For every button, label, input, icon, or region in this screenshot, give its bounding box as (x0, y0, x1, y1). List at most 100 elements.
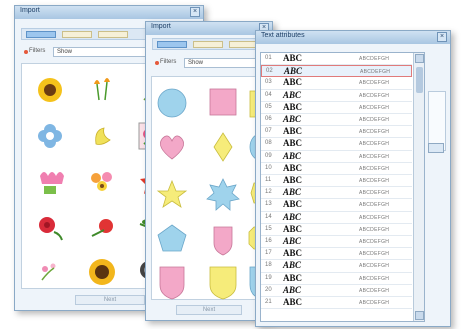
font-row[interactable]: 19 ABC ABCDEFGH (261, 273, 412, 285)
filter-label: Filters (160, 59, 177, 65)
font-number: 13 (265, 201, 272, 208)
font-row[interactable]: 02 ABC ABCDEFGH (261, 65, 412, 78)
font-row[interactable]: 10 ABC ABCDEFGH (261, 163, 412, 175)
shield-shape-icon[interactable] (209, 266, 237, 300)
red-rose-icon[interactable] (39, 217, 63, 241)
close-icon[interactable]: × (190, 7, 200, 17)
pentagon-shape-icon[interactable] (157, 224, 187, 252)
circle-shape-icon[interactable] (157, 88, 187, 118)
font-number: 10 (265, 164, 272, 171)
font-sample: ABC (283, 211, 302, 222)
tab-motifs[interactable] (157, 41, 187, 48)
filter-label: Filters (29, 48, 46, 54)
title-bar: Import × (146, 22, 272, 35)
window-title: Import (151, 23, 171, 30)
font-number: 06 (265, 116, 272, 122)
font-preview: ABCDEFGH (359, 178, 390, 184)
font-sample: ABC (283, 101, 303, 112)
square-shape-icon[interactable] (209, 88, 237, 116)
tab-frames[interactable] (98, 31, 128, 38)
red-poppy-icon[interactable] (91, 219, 113, 237)
font-row[interactable]: 03 ABC ABCDEFGH (261, 77, 412, 90)
font-row[interactable]: 11 ABC ABCDEFGH (261, 175, 412, 188)
font-preview: ABCDEFGH (359, 251, 390, 258)
side-panel (428, 91, 446, 151)
font-number: 08 (265, 140, 272, 147)
font-number: 07 (265, 128, 272, 135)
font-sample: ABC (283, 114, 302, 124)
scroll-thumb[interactable] (416, 67, 423, 93)
font-sample: ABC (283, 77, 303, 88)
font-row[interactable]: 14 ABC ABCDEFGH (261, 212, 412, 224)
font-sample: ABC (283, 150, 302, 161)
sunflower-large-icon[interactable] (89, 259, 115, 285)
font-number: 18 (265, 262, 272, 269)
star-shape-icon[interactable] (156, 179, 188, 208)
font-row[interactable]: 21 ABC ABCDEFGH (261, 297, 412, 310)
font-row[interactable]: 09 ABC ABCDEFGH (261, 151, 412, 163)
font-number: 01 (265, 55, 272, 61)
scroll-down-icon[interactable] (415, 311, 424, 320)
font-number: 17 (265, 250, 272, 257)
font-sample: ABC (283, 138, 303, 149)
tab-shapes[interactable] (62, 31, 92, 38)
shield-shape-icon[interactable] (159, 266, 185, 300)
font-row[interactable]: 16 ABC ABCDEFGH (261, 236, 412, 249)
side-button[interactable] (428, 143, 444, 153)
font-row[interactable]: 04 ABC ABCDEFGH (261, 90, 412, 102)
diamond-shape-icon[interactable] (213, 132, 233, 162)
font-preview: ABCDEFGH (359, 129, 390, 136)
pink-spray-icon[interactable] (41, 263, 56, 281)
daisy-cluster-icon[interactable] (91, 172, 112, 191)
font-row[interactable]: 08 ABC ABCDEFGH (261, 138, 412, 151)
tab-strip (152, 38, 266, 50)
window-title: Text attributes (261, 32, 305, 39)
font-preview: ABCDEFGH (359, 92, 390, 99)
sunflower-icon[interactable] (38, 78, 62, 102)
font-number: 11 (265, 177, 272, 183)
font-preview: ABCDEFGH (359, 239, 390, 245)
font-preview: ABCDEFGH (360, 69, 391, 76)
font-sample: ABC (283, 162, 303, 173)
burst-shape-icon[interactable] (206, 178, 240, 211)
font-preview: ABCDEFGH (359, 56, 390, 62)
shape-grid-art (156, 88, 271, 300)
font-row[interactable]: 06 ABC ABCDEFGH (261, 114, 412, 127)
footer-next-button[interactable]: Next (176, 305, 242, 315)
font-preview: ABCDEFGH (359, 263, 390, 270)
font-row[interactable]: 12 ABC ABCDEFGH (261, 187, 412, 200)
font-number: 19 (265, 274, 272, 281)
yellow-lily-icon[interactable] (95, 127, 111, 145)
text-attributes-window: Text attributes × 01 ABC ABCDEFGH 02 ABC ABCD… (255, 30, 451, 327)
font-number: 09 (265, 152, 272, 159)
shield-shape-icon[interactable] (213, 226, 233, 256)
font-number: 15 (265, 225, 272, 232)
heart-shape-icon[interactable] (159, 135, 185, 160)
font-preview: ABCDEFGH (359, 202, 390, 209)
close-icon[interactable]: × (437, 32, 447, 42)
font-preview: ABCDEFGH (359, 104, 390, 111)
font-row[interactable]: 13 ABC ABCDEFGH (261, 199, 412, 212)
font-row[interactable]: 05 ABC ABCDEFGH (261, 102, 412, 114)
font-row[interactable]: 17 ABC ABCDEFGH (261, 248, 412, 261)
font-number: 12 (265, 189, 272, 196)
font-preview: ABCDEFGH (359, 190, 390, 197)
font-number: 16 (265, 238, 272, 244)
font-row[interactable]: 01 ABC ABCDEFGH (261, 53, 412, 66)
tulip-pair-icon[interactable] (94, 78, 110, 101)
font-preview: ABCDEFGH (359, 165, 390, 172)
font-number: 03 (265, 79, 272, 86)
footer-next-button[interactable]: Next (75, 295, 145, 305)
font-row[interactable]: 15 ABC ABCDEFGH (261, 224, 412, 236)
font-row[interactable]: 07 ABC ABCDEFGH (261, 126, 412, 139)
font-sample: ABC (283, 236, 302, 246)
tab-motifs[interactable] (26, 31, 56, 38)
scroll-up-icon[interactable] (415, 54, 424, 63)
pink-tulip-icon[interactable] (40, 172, 64, 194)
font-row[interactable]: 20 ABC ABCDEFGH (261, 285, 412, 297)
font-row[interactable]: 18 ABC ABCDEFGH (261, 260, 412, 273)
tab-shapes[interactable] (193, 41, 223, 48)
scrollbar[interactable] (413, 53, 424, 321)
font-number: 21 (265, 299, 272, 305)
blue-flower-icon[interactable] (38, 124, 62, 148)
